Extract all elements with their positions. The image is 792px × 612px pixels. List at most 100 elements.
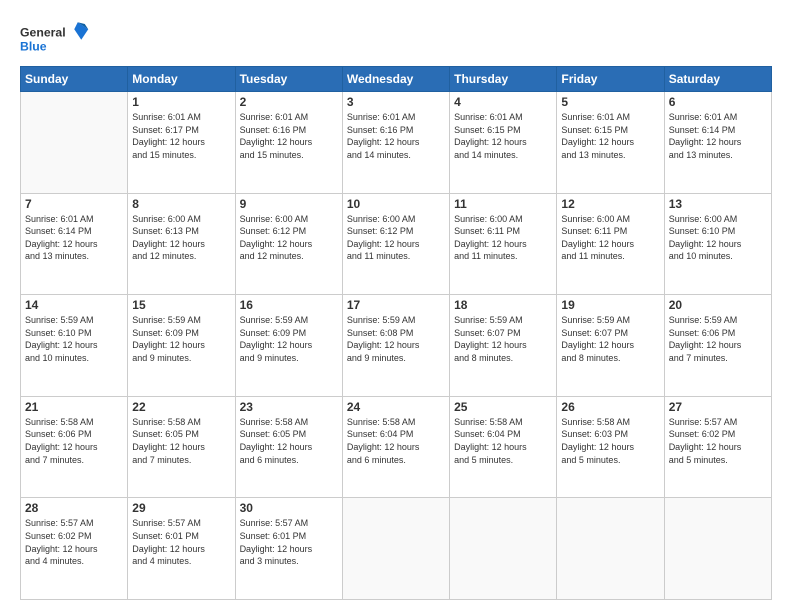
day-info: Sunrise: 6:01 AM Sunset: 6:14 PM Dayligh… <box>669 111 767 161</box>
calendar-cell: 28 Sunrise: 5:57 AM Sunset: 6:02 PM Dayli… <box>21 498 128 600</box>
day-number: 22 <box>132 400 230 414</box>
day-number: 8 <box>132 197 230 211</box>
calendar-cell: 26 Sunrise: 5:58 AM Sunset: 6:03 PM Dayli… <box>557 396 664 498</box>
week-row-1: 1 Sunrise: 6:01 AM Sunset: 6:17 PM Daylig… <box>21 92 772 194</box>
day-number: 20 <box>669 298 767 312</box>
day-number: 15 <box>132 298 230 312</box>
day-info: Sunrise: 5:59 AM Sunset: 6:09 PM Dayligh… <box>240 314 338 364</box>
day-info: Sunrise: 6:00 AM Sunset: 6:12 PM Dayligh… <box>347 213 445 263</box>
calendar-cell: 17 Sunrise: 5:59 AM Sunset: 6:08 PM Dayli… <box>342 295 449 397</box>
calendar-cell: 18 Sunrise: 5:59 AM Sunset: 6:07 PM Dayli… <box>450 295 557 397</box>
week-row-4: 21Sunrise: 5:58 AM Sunset: 6:06 PM Dayli… <box>21 396 772 498</box>
day-info: Sunrise: 5:58 AM Sunset: 6:05 PM Dayligh… <box>132 416 230 466</box>
calendar-cell: 21Sunrise: 5:58 AM Sunset: 6:06 PM Dayli… <box>21 396 128 498</box>
logo-svg: General Blue <box>20 18 90 58</box>
calendar-cell: 9 Sunrise: 6:00 AM Sunset: 6:12 PM Daylig… <box>235 193 342 295</box>
weekday-friday: Friday <box>557 67 664 92</box>
day-number: 9 <box>240 197 338 211</box>
day-info: Sunrise: 6:00 AM Sunset: 6:12 PM Dayligh… <box>240 213 338 263</box>
calendar-cell: 20Sunrise: 5:59 AM Sunset: 6:06 PM Dayli… <box>664 295 771 397</box>
calendar-cell: 13 Sunrise: 6:00 AM Sunset: 6:10 PM Dayli… <box>664 193 771 295</box>
day-number: 30 <box>240 501 338 515</box>
day-number: 2 <box>240 95 338 109</box>
calendar-cell <box>557 498 664 600</box>
calendar-cell: 2 Sunrise: 6:01 AM Sunset: 6:16 PM Daylig… <box>235 92 342 194</box>
day-number: 19 <box>561 298 659 312</box>
calendar-cell <box>342 498 449 600</box>
page-header: General Blue <box>20 18 772 58</box>
day-number: 28 <box>25 501 123 515</box>
weekday-sunday: Sunday <box>21 67 128 92</box>
day-number: 4 <box>454 95 552 109</box>
day-number: 1 <box>132 95 230 109</box>
day-info: Sunrise: 5:58 AM Sunset: 6:03 PM Dayligh… <box>561 416 659 466</box>
day-info: Sunrise: 6:00 AM Sunset: 6:13 PM Dayligh… <box>132 213 230 263</box>
calendar-cell: 16 Sunrise: 5:59 AM Sunset: 6:09 PM Dayli… <box>235 295 342 397</box>
day-number: 10 <box>347 197 445 211</box>
day-number: 26 <box>561 400 659 414</box>
day-number: 25 <box>454 400 552 414</box>
calendar-cell: 6 Sunrise: 6:01 AM Sunset: 6:14 PM Daylig… <box>664 92 771 194</box>
day-info: Sunrise: 6:01 AM Sunset: 6:16 PM Dayligh… <box>240 111 338 161</box>
week-row-2: 7Sunrise: 6:01 AM Sunset: 6:14 PM Daylig… <box>21 193 772 295</box>
calendar-cell: 24 Sunrise: 5:58 AM Sunset: 6:04 PM Dayli… <box>342 396 449 498</box>
calendar-cell: 8 Sunrise: 6:00 AM Sunset: 6:13 PM Daylig… <box>128 193 235 295</box>
week-row-5: 28 Sunrise: 5:57 AM Sunset: 6:02 PM Dayli… <box>21 498 772 600</box>
weekday-saturday: Saturday <box>664 67 771 92</box>
calendar-cell: 14 Sunrise: 5:59 AM Sunset: 6:10 PM Dayli… <box>21 295 128 397</box>
day-info: Sunrise: 5:59 AM Sunset: 6:07 PM Dayligh… <box>454 314 552 364</box>
calendar-table: SundayMondayTuesdayWednesdayThursdayFrid… <box>20 66 772 600</box>
svg-text:Blue: Blue <box>20 39 47 53</box>
day-number: 17 <box>347 298 445 312</box>
weekday-thursday: Thursday <box>450 67 557 92</box>
logo: General Blue <box>20 18 90 58</box>
calendar-cell: 7Sunrise: 6:01 AM Sunset: 6:14 PM Daylig… <box>21 193 128 295</box>
day-number: 7 <box>25 197 123 211</box>
calendar-cell: 10 Sunrise: 6:00 AM Sunset: 6:12 PM Dayli… <box>342 193 449 295</box>
calendar-cell: 1 Sunrise: 6:01 AM Sunset: 6:17 PM Daylig… <box>128 92 235 194</box>
day-number: 6 <box>669 95 767 109</box>
day-number: 12 <box>561 197 659 211</box>
day-number: 16 <box>240 298 338 312</box>
calendar-cell <box>21 92 128 194</box>
day-info: Sunrise: 5:57 AM Sunset: 6:01 PM Dayligh… <box>132 517 230 567</box>
day-number: 5 <box>561 95 659 109</box>
weekday-header-row: SundayMondayTuesdayWednesdayThursdayFrid… <box>21 67 772 92</box>
calendar-cell: 12 Sunrise: 6:00 AM Sunset: 6:11 PM Dayli… <box>557 193 664 295</box>
week-row-3: 14 Sunrise: 5:59 AM Sunset: 6:10 PM Dayli… <box>21 295 772 397</box>
weekday-monday: Monday <box>128 67 235 92</box>
weekday-tuesday: Tuesday <box>235 67 342 92</box>
calendar-cell: 19Sunrise: 5:59 AM Sunset: 6:07 PM Dayli… <box>557 295 664 397</box>
day-info: Sunrise: 5:57 AM Sunset: 6:02 PM Dayligh… <box>669 416 767 466</box>
day-number: 11 <box>454 197 552 211</box>
day-number: 24 <box>347 400 445 414</box>
day-number: 27 <box>669 400 767 414</box>
calendar-cell <box>450 498 557 600</box>
calendar-cell: 15 Sunrise: 5:59 AM Sunset: 6:09 PM Dayli… <box>128 295 235 397</box>
calendar-cell: 3Sunrise: 6:01 AM Sunset: 6:16 PM Daylig… <box>342 92 449 194</box>
day-info: Sunrise: 6:00 AM Sunset: 6:10 PM Dayligh… <box>669 213 767 263</box>
day-number: 13 <box>669 197 767 211</box>
day-info: Sunrise: 6:00 AM Sunset: 6:11 PM Dayligh… <box>561 213 659 263</box>
day-info: Sunrise: 5:59 AM Sunset: 6:09 PM Dayligh… <box>132 314 230 364</box>
day-info: Sunrise: 6:01 AM Sunset: 6:15 PM Dayligh… <box>454 111 552 161</box>
calendar-cell: 23Sunrise: 5:58 AM Sunset: 6:05 PM Dayli… <box>235 396 342 498</box>
day-info: Sunrise: 6:01 AM Sunset: 6:15 PM Dayligh… <box>561 111 659 161</box>
day-number: 21 <box>25 400 123 414</box>
calendar-body: 1 Sunrise: 6:01 AM Sunset: 6:17 PM Daylig… <box>21 92 772 600</box>
day-number: 14 <box>25 298 123 312</box>
day-info: Sunrise: 5:57 AM Sunset: 6:02 PM Dayligh… <box>25 517 123 567</box>
calendar-cell: 11Sunrise: 6:00 AM Sunset: 6:11 PM Dayli… <box>450 193 557 295</box>
day-info: Sunrise: 6:01 AM Sunset: 6:16 PM Dayligh… <box>347 111 445 161</box>
day-info: Sunrise: 6:01 AM Sunset: 6:17 PM Dayligh… <box>132 111 230 161</box>
day-info: Sunrise: 5:59 AM Sunset: 6:08 PM Dayligh… <box>347 314 445 364</box>
calendar-cell: 4 Sunrise: 6:01 AM Sunset: 6:15 PM Daylig… <box>450 92 557 194</box>
day-info: Sunrise: 5:58 AM Sunset: 6:04 PM Dayligh… <box>347 416 445 466</box>
day-info: Sunrise: 5:59 AM Sunset: 6:10 PM Dayligh… <box>25 314 123 364</box>
day-info: Sunrise: 5:57 AM Sunset: 6:01 PM Dayligh… <box>240 517 338 567</box>
day-number: 18 <box>454 298 552 312</box>
calendar-cell: 25Sunrise: 5:58 AM Sunset: 6:04 PM Dayli… <box>450 396 557 498</box>
day-number: 23 <box>240 400 338 414</box>
calendar-cell: 22 Sunrise: 5:58 AM Sunset: 6:05 PM Dayli… <box>128 396 235 498</box>
svg-text:General: General <box>20 25 66 39</box>
